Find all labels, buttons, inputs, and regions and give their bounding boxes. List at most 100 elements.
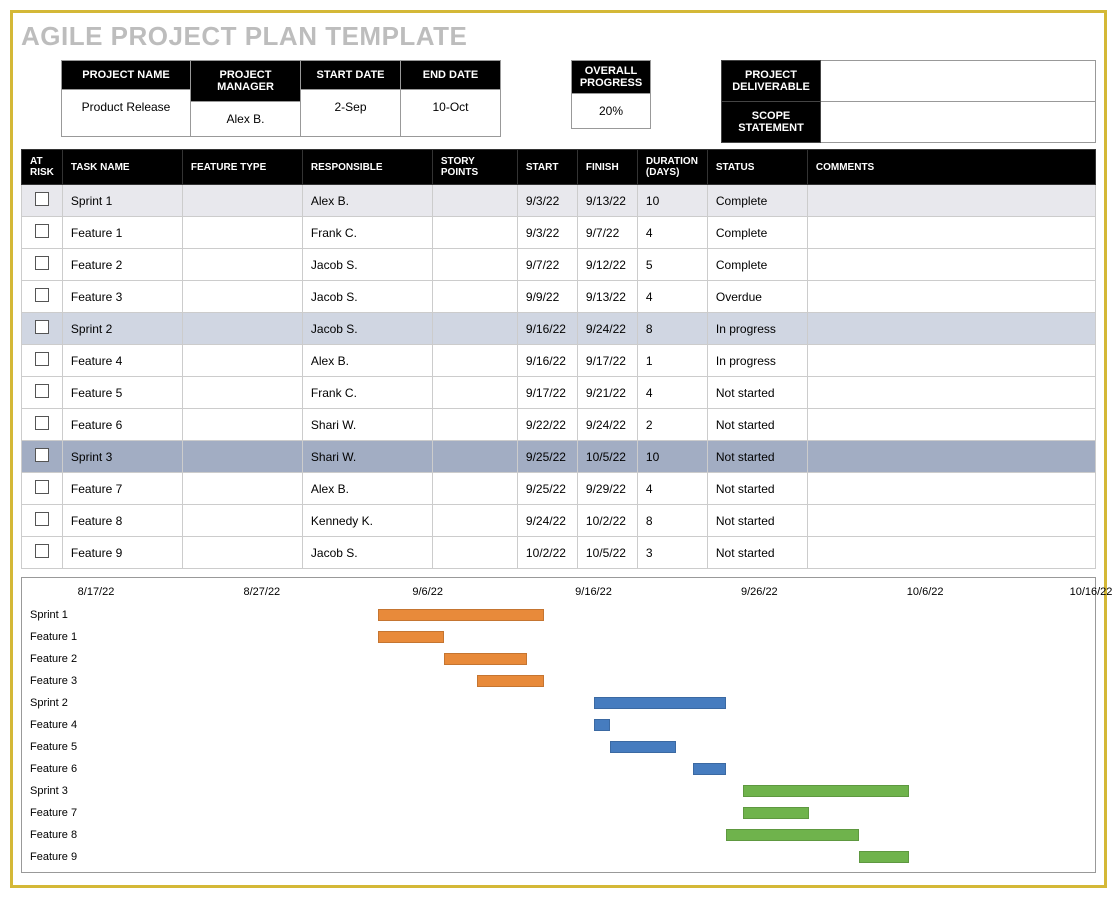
cell-start[interactable]: 9/22/22 [517,409,577,441]
cell-task[interactable]: Sprint 1 [62,185,182,217]
checkbox[interactable] [35,224,49,238]
info-value-end[interactable]: 10-Oct [401,90,500,124]
cell-status[interactable]: Complete [707,217,807,249]
cell-start[interactable]: 9/9/22 [517,281,577,313]
cell-finish[interactable]: 9/24/22 [577,409,637,441]
cell-comments[interactable] [807,377,1095,409]
cell-responsible[interactable]: Alex B. [302,473,432,505]
cell-finish[interactable]: 10/5/22 [577,537,637,569]
cell-comments[interactable] [807,281,1095,313]
cell-points[interactable] [432,473,517,505]
cell-feature[interactable] [182,409,302,441]
cell-duration[interactable]: 10 [637,185,707,217]
cell-responsible[interactable]: Jacob S. [302,313,432,345]
cell-responsible[interactable]: Kennedy K. [302,505,432,537]
checkbox[interactable] [35,544,49,558]
cell-finish[interactable]: 9/13/22 [577,185,637,217]
cell-status[interactable]: Not started [707,537,807,569]
cell-points[interactable] [432,217,517,249]
cell-status[interactable]: Not started [707,377,807,409]
checkbox[interactable] [35,320,49,334]
cell-task[interactable]: Feature 3 [62,281,182,313]
cell-status[interactable]: Not started [707,473,807,505]
cell-status[interactable]: Not started [707,505,807,537]
checkbox[interactable] [35,448,49,462]
cell-start[interactable]: 9/3/22 [517,217,577,249]
cell-duration[interactable]: 3 [637,537,707,569]
cell-duration[interactable]: 4 [637,473,707,505]
cell-start[interactable]: 9/7/22 [517,249,577,281]
cell-points[interactable] [432,185,517,217]
cell-comments[interactable] [807,441,1095,473]
cell-comments[interactable] [807,249,1095,281]
cell-feature[interactable] [182,537,302,569]
cell-responsible[interactable]: Jacob S. [302,249,432,281]
checkbox[interactable] [35,352,49,366]
cell-comments[interactable] [807,217,1095,249]
cell-status[interactable]: Overdue [707,281,807,313]
cell-points[interactable] [432,377,517,409]
cell-status[interactable]: Complete [707,185,807,217]
cell-feature[interactable] [182,281,302,313]
cell-start[interactable]: 9/25/22 [517,441,577,473]
cell-finish[interactable]: 9/17/22 [577,345,637,377]
cell-points[interactable] [432,537,517,569]
cell-duration[interactable]: 4 [637,281,707,313]
cell-comments[interactable] [807,505,1095,537]
cell-start[interactable]: 9/24/22 [517,505,577,537]
cell-comments[interactable] [807,409,1095,441]
cell-start[interactable]: 10/2/22 [517,537,577,569]
cell-comments[interactable] [807,345,1095,377]
cell-points[interactable] [432,441,517,473]
cell-comments[interactable] [807,185,1095,217]
info-value-progress[interactable]: 20% [572,94,650,128]
cell-duration[interactable]: 2 [637,409,707,441]
cell-duration[interactable]: 4 [637,377,707,409]
checkbox[interactable] [35,384,49,398]
cell-duration[interactable]: 10 [637,441,707,473]
cell-points[interactable] [432,313,517,345]
cell-finish[interactable]: 9/29/22 [577,473,637,505]
info-value-manager[interactable]: Alex B. [191,102,300,136]
cell-status[interactable]: In progress [707,345,807,377]
cell-start[interactable]: 9/16/22 [517,345,577,377]
cell-task[interactable]: Feature 5 [62,377,182,409]
cell-feature[interactable] [182,185,302,217]
cell-duration[interactable]: 8 [637,505,707,537]
checkbox[interactable] [35,480,49,494]
cell-duration[interactable]: 5 [637,249,707,281]
cell-responsible[interactable]: Frank C. [302,377,432,409]
cell-responsible[interactable]: Shari W. [302,409,432,441]
cell-finish[interactable]: 9/21/22 [577,377,637,409]
cell-comments[interactable] [807,473,1095,505]
info-value-start[interactable]: 2-Sep [301,90,400,124]
cell-status[interactable]: In progress [707,313,807,345]
cell-responsible[interactable]: Alex B. [302,345,432,377]
cell-start[interactable]: 9/3/22 [517,185,577,217]
cell-feature[interactable] [182,441,302,473]
cell-status[interactable]: Not started [707,441,807,473]
cell-finish[interactable]: 9/7/22 [577,217,637,249]
cell-start[interactable]: 9/17/22 [517,377,577,409]
cell-duration[interactable]: 4 [637,217,707,249]
cell-feature[interactable] [182,217,302,249]
cell-feature[interactable] [182,313,302,345]
cell-status[interactable]: Not started [707,409,807,441]
checkbox[interactable] [35,256,49,270]
checkbox[interactable] [35,512,49,526]
checkbox[interactable] [35,192,49,206]
cell-finish[interactable]: 10/2/22 [577,505,637,537]
cell-task[interactable]: Sprint 3 [62,441,182,473]
cell-duration[interactable]: 1 [637,345,707,377]
cell-points[interactable] [432,281,517,313]
cell-points[interactable] [432,249,517,281]
cell-feature[interactable] [182,249,302,281]
checkbox[interactable] [35,416,49,430]
cell-responsible[interactable]: Jacob S. [302,281,432,313]
cell-start[interactable]: 9/25/22 [517,473,577,505]
info-value-project-name[interactable]: Product Release [62,90,190,124]
cell-task[interactable]: Feature 6 [62,409,182,441]
info-value-scope[interactable] [821,102,1096,143]
info-value-deliverable[interactable] [821,60,1096,102]
cell-start[interactable]: 9/16/22 [517,313,577,345]
